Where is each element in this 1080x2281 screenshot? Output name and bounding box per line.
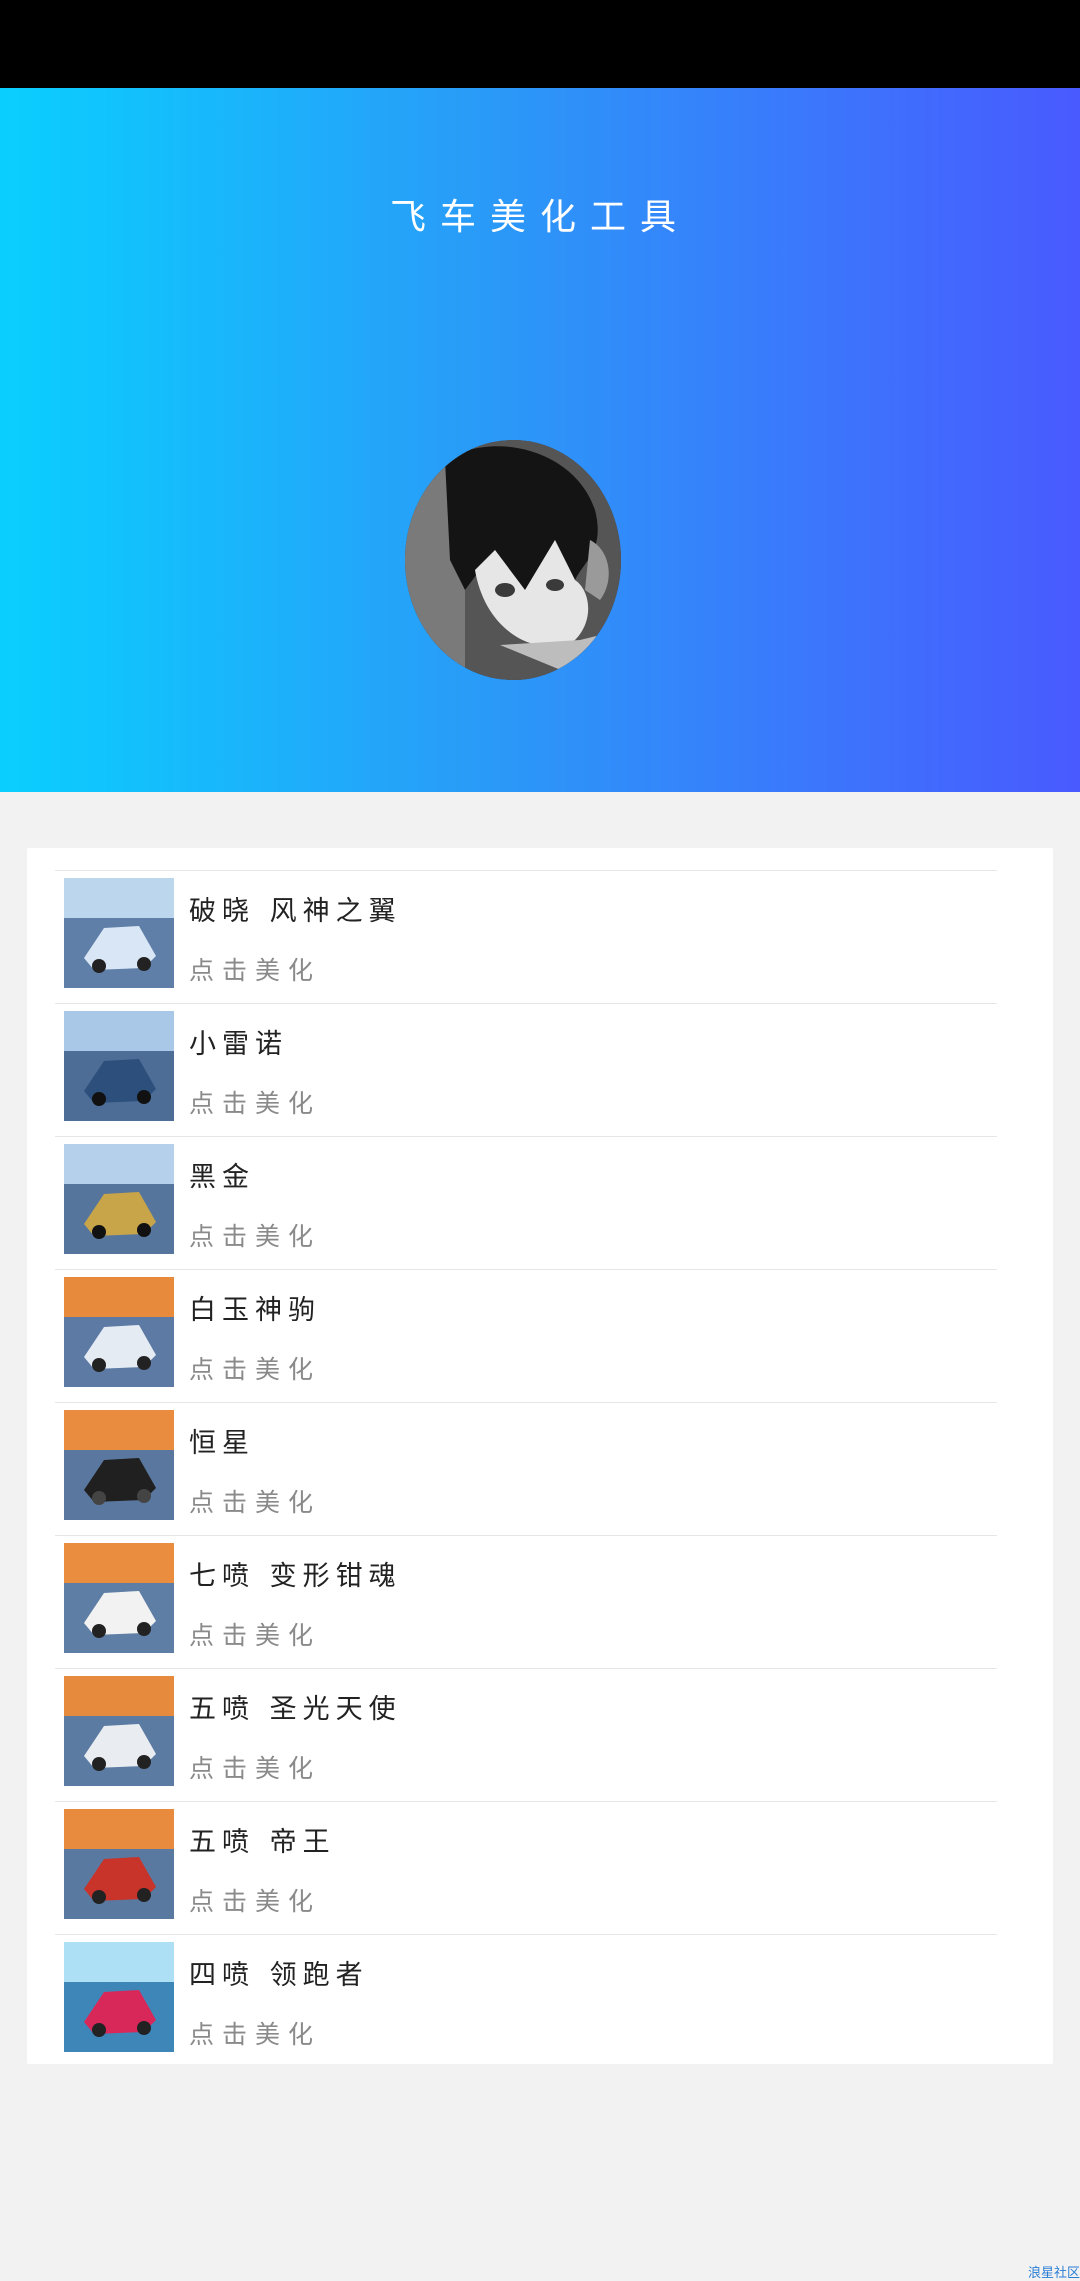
kart-thumbnail-icon: [64, 878, 174, 988]
kart-name: 四喷 领跑者: [189, 1960, 369, 1991]
watermark: 浪星社区: [1027, 2266, 1080, 2281]
beautify-link[interactable]: 点击美化: [189, 1616, 321, 1652]
list-item[interactable]: 四喷 领跑者 点击美化: [55, 1934, 997, 2067]
kart-name: 五喷 圣光天使: [189, 1694, 402, 1725]
kart-list-card: 破晓 风神之翼 点击美化 小雷诺 点击美化 黑金 点击美化 白玉神驹 点击美化 …: [27, 848, 1053, 2064]
kart-name: 小雷诺: [189, 1029, 288, 1060]
list-item[interactable]: 五喷 圣光天使 点击美化: [55, 1668, 997, 1801]
kart-name: 七喷 变形钳魂: [189, 1561, 402, 1592]
kart-thumbnail-icon: [64, 1410, 174, 1520]
beautify-link[interactable]: 点击美化: [189, 1217, 321, 1253]
list-item[interactable]: 白玉神驹 点击美化: [55, 1269, 997, 1402]
kart-list: 破晓 风神之翼 点击美化 小雷诺 点击美化 黑金 点击美化 白玉神驹 点击美化 …: [55, 870, 997, 2067]
kart-name: 恒星: [189, 1428, 255, 1459]
avatar[interactable]: [405, 440, 621, 680]
list-item[interactable]: 恒星 点击美化: [55, 1402, 997, 1535]
beautify-link[interactable]: 点击美化: [189, 1749, 321, 1785]
status-bar: [0, 0, 1080, 88]
kart-thumbnail-icon: [64, 1543, 174, 1653]
kart-thumbnail-icon: [64, 1011, 174, 1121]
beautify-link[interactable]: 点击美化: [189, 951, 321, 987]
kart-thumbnail-icon: [64, 1144, 174, 1254]
beautify-link[interactable]: 点击美化: [189, 1084, 321, 1120]
kart-thumbnail-icon: [64, 1942, 174, 2052]
beautify-link[interactable]: 点击美化: [189, 2015, 321, 2051]
beautify-link[interactable]: 点击美化: [189, 1882, 321, 1918]
list-item[interactable]: 五喷 帝王 点击美化: [55, 1801, 997, 1934]
kart-thumbnail-icon: [64, 1809, 174, 1919]
avatar-image: [405, 440, 621, 680]
kart-thumbnail-icon: [64, 1676, 174, 1786]
list-item[interactable]: 七喷 变形钳魂 点击美化: [55, 1535, 997, 1668]
beautify-link[interactable]: 点击美化: [189, 1350, 321, 1386]
kart-name: 黑金: [189, 1162, 255, 1193]
app-title: 飞车美化工具: [389, 197, 690, 238]
kart-thumbnail-icon: [64, 1277, 174, 1387]
kart-name: 五喷 帝王: [189, 1827, 336, 1858]
beautify-link[interactable]: 点击美化: [189, 1483, 321, 1519]
list-item[interactable]: 破晓 风神之翼 点击美化: [55, 870, 997, 1003]
header-banner: 飞车美化工具: [0, 88, 1080, 792]
kart-name: 白玉神驹: [189, 1295, 321, 1326]
kart-name: 破晓 风神之翼: [189, 896, 402, 927]
list-item[interactable]: 小雷诺 点击美化: [55, 1003, 997, 1136]
list-item[interactable]: 黑金 点击美化: [55, 1136, 997, 1269]
